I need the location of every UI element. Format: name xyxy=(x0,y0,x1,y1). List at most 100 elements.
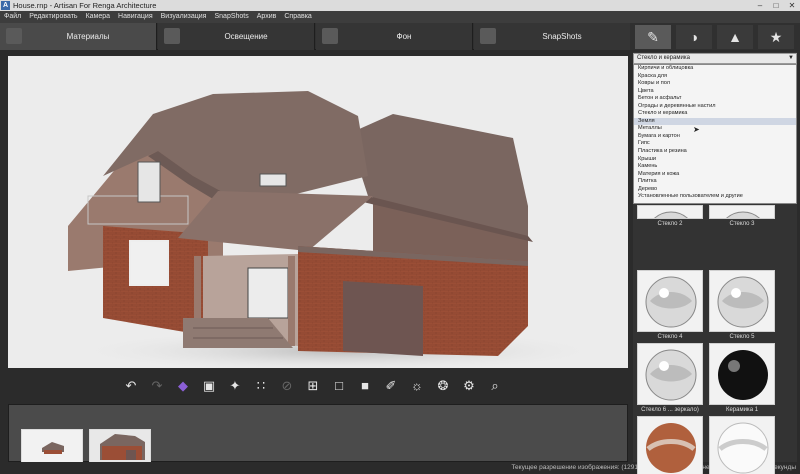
material-swatch[interactable]: Стекло 5 xyxy=(709,270,775,343)
menu-item[interactable]: Файл xyxy=(0,11,25,23)
category-option[interactable]: Камень xyxy=(634,163,796,171)
camera-icon[interactable]: ■ xyxy=(356,377,374,395)
render-settings-icon[interactable]: ⚙ xyxy=(460,377,478,395)
snapshot-thumbnail[interactable] xyxy=(89,429,151,463)
material-label: Стекло 2 xyxy=(657,221,683,227)
material-swatch[interactable]: Стекло 6 ... зеркало) xyxy=(637,343,703,416)
material-preview-sphere xyxy=(709,416,775,474)
snapshot-thumbnail[interactable] xyxy=(21,429,83,463)
material-preview-sphere xyxy=(709,205,775,219)
close-button[interactable]: ✕ xyxy=(784,0,800,11)
star-icon[interactable]: ★ xyxy=(758,25,794,49)
sphere-icon[interactable]: ◑ xyxy=(676,25,712,49)
material-swatch-grid: Стекло 2 Стекло 3 Стекло 4 Стекло 5 Стекло 6… xyxy=(637,205,793,474)
menu-item[interactable]: Редактировать xyxy=(25,11,81,23)
category-option[interactable]: Бетон и асфальт xyxy=(634,95,796,103)
disabled-icon[interactable]: ⊘ xyxy=(278,377,296,395)
material-swatch[interactable] xyxy=(637,416,703,474)
snapshots-icon xyxy=(480,28,496,44)
material-label: Стекло 5 xyxy=(729,334,755,340)
materials-icon xyxy=(6,28,22,44)
title-bar: A House.rnp - Artisan For Renga Architec… xyxy=(0,0,800,11)
sun-settings-icon[interactable]: ☼ xyxy=(408,377,426,395)
chevron-down-icon: ▼ xyxy=(788,55,794,61)
category-option[interactable]: Кирпичи и облицовка xyxy=(634,65,796,73)
image-search-icon[interactable]: ⌕ xyxy=(486,377,504,395)
frame-icon[interactable]: □ xyxy=(330,377,348,395)
mountains-icon[interactable]: ▲ xyxy=(717,25,753,49)
house-thumbnail-icon xyxy=(100,434,145,460)
menu-item[interactable]: Архив xyxy=(253,11,281,23)
material-preview-sphere xyxy=(637,343,703,405)
material-swatch[interactable]: Керамика 1 xyxy=(709,343,775,416)
category-option[interactable]: Ковры и пол xyxy=(634,80,796,88)
category-option[interactable]: Краска для xyxy=(634,73,796,81)
material-icon[interactable]: ◆ xyxy=(174,377,192,395)
material-preview-sphere xyxy=(637,205,703,219)
category-option[interactable]: Стекло и керамика xyxy=(634,110,796,118)
house-thumbnail-icon xyxy=(42,442,64,454)
mouse-cursor-icon: ➤ xyxy=(693,125,700,134)
material-label: Стекло 4 xyxy=(657,334,683,340)
material-preview-sphere xyxy=(637,416,703,474)
category-option[interactable]: Пластика и резина xyxy=(634,148,796,156)
material-label: Керамика 1 xyxy=(725,407,759,413)
category-option[interactable]: Материя и кожа xyxy=(634,171,796,179)
category-option[interactable]: Плитка xyxy=(634,178,796,186)
material-label: Стекло 3 xyxy=(729,221,755,227)
eyedropper-icon[interactable]: ✐ xyxy=(382,377,400,395)
category-dropdown: Кирпичи и облицовка Краска для Ковры и пол… xyxy=(633,64,797,204)
tab-2[interactable]: Фон xyxy=(316,23,473,50)
render-viewport[interactable] xyxy=(8,56,628,368)
menu-item[interactable]: SnapShots xyxy=(210,11,252,23)
tab-0[interactable]: Материалы xyxy=(0,23,157,50)
material-swatch[interactable]: Стекло 3 xyxy=(709,205,775,230)
menu-bar: Файл Редактировать Камера Навигация Визуализ… xyxy=(0,11,800,23)
material-preview-sphere xyxy=(637,270,703,332)
side-tabs: ✎ ◑ ▲ ★ xyxy=(630,23,800,50)
maximize-button[interactable]: □ xyxy=(768,0,784,11)
category-option[interactable]: Гипс xyxy=(634,140,796,148)
redo-icon[interactable]: ↷ xyxy=(148,377,166,395)
material-swatch[interactable]: Стекло 2 xyxy=(637,205,703,230)
lighting-icon xyxy=(164,28,180,44)
category-select[interactable]: Стекло и керамика ▼ xyxy=(633,53,797,64)
menu-item[interactable]: Камера xyxy=(82,11,114,23)
tab-label: Материалы xyxy=(66,32,110,41)
house-render xyxy=(68,91,608,368)
category-option[interactable]: Ограды и деревянные настил xyxy=(634,103,796,111)
category-option[interactable]: Установленные пользователем и другие xyxy=(634,193,796,201)
menu-item[interactable]: Визуализация xyxy=(157,11,211,23)
category-option[interactable]: Цвета xyxy=(634,88,796,96)
category-option[interactable]: Земля xyxy=(634,117,796,126)
material-panel: Стекло и керамика ▼ Кирпичи и облицовка К… xyxy=(633,52,797,474)
arrange-icon[interactable]: ✦ xyxy=(226,377,244,395)
category-option[interactable]: Дерево xyxy=(634,186,796,194)
menu-item[interactable]: Справка xyxy=(280,11,315,23)
snapshot-filmstrip xyxy=(8,404,628,463)
app-logo-icon: A xyxy=(1,1,10,10)
select-icon[interactable]: ⊞ xyxy=(304,377,322,395)
tab-3[interactable]: SnapShots xyxy=(474,23,631,50)
category-select-value: Стекло и керамика xyxy=(637,55,690,61)
material-preview-sphere xyxy=(709,343,775,405)
category-option[interactable]: Крыши xyxy=(634,156,796,164)
main-tabs: Материалы Освещение Фон SnapShots xyxy=(0,23,631,50)
bottom-toolbar: ↶ ↷ ◆ ▣ ✦ ∷ ⊘ ⊞ □ ■ ✐ ☼ ❂ ⚙ ⌕ xyxy=(0,370,630,402)
grid-icon[interactable]: ∷ xyxy=(252,377,270,395)
window-title: House.rnp - Artisan For Renga Architectu… xyxy=(13,1,157,10)
category-option[interactable]: Металлы xyxy=(634,125,796,133)
brush-icon[interactable]: ✎ xyxy=(635,25,671,49)
material-preview-sphere xyxy=(709,270,775,332)
minimize-button[interactable]: – xyxy=(752,0,768,11)
material-swatch[interactable] xyxy=(709,416,775,474)
tab-label: SnapShots xyxy=(542,32,582,41)
background-icon xyxy=(322,28,338,44)
undo-icon[interactable]: ↶ xyxy=(122,377,140,395)
lamp-settings-icon[interactable]: ❂ xyxy=(434,377,452,395)
material-swatch[interactable]: Стекло 4 xyxy=(637,270,703,343)
replace-material-icon[interactable]: ▣ xyxy=(200,377,218,395)
tab-1[interactable]: Освещение xyxy=(158,23,315,50)
menu-item[interactable]: Навигация xyxy=(114,11,157,23)
category-option[interactable]: Бумага и картон xyxy=(634,133,796,141)
